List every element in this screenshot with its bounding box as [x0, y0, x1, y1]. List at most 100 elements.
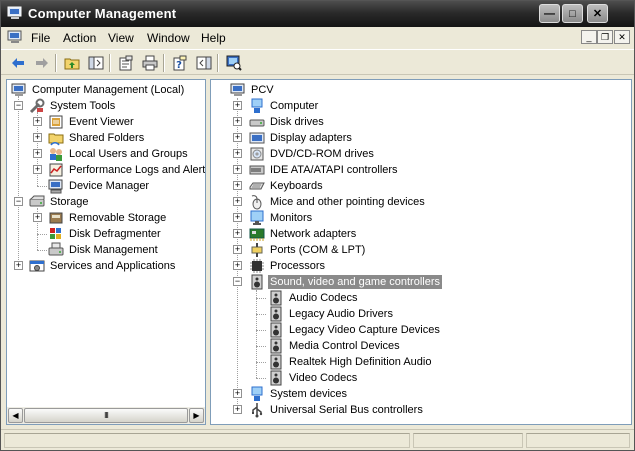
tree-item-disk-management[interactable]: Disk Management	[48, 242, 160, 258]
scan-hardware-icon	[226, 55, 242, 71]
toolbar-separator	[163, 54, 165, 72]
scroll-left-button[interactable]: ◀	[8, 408, 23, 423]
tree-item-performance-logs[interactable]: Performance Logs and Alerts	[48, 162, 205, 178]
console-tree-pane[interactable]: Computer Management (Local) − System Too…	[6, 79, 206, 425]
tree-item-media-control-devices[interactable]: Media Control Devices	[268, 338, 402, 354]
tree-connector	[256, 346, 266, 347]
up-one-level-button[interactable]	[63, 54, 81, 72]
expand-toggle[interactable]: +	[233, 405, 242, 414]
show-hide-console-tree-button[interactable]	[87, 54, 105, 72]
tree-item-label: Removable Storage	[69, 212, 167, 224]
tree-item-storage[interactable]: Storage	[29, 194, 91, 210]
tree-item-label: Shared Folders	[69, 132, 145, 144]
tree-item-processors[interactable]: Processors	[249, 258, 327, 274]
print-icon	[142, 55, 158, 71]
scan-hardware-changes-button[interactable]	[225, 54, 243, 72]
show-hide-action-pane-button[interactable]	[195, 54, 213, 72]
tree-item-mice-and-other-pointing-devices[interactable]: Mice and other pointing devices	[249, 194, 427, 210]
tree-item-legacy-audio-drivers[interactable]: Legacy Audio Drivers	[268, 306, 395, 322]
expand-toggle[interactable]: +	[33, 117, 42, 126]
tree-item-label: Storage	[50, 196, 89, 208]
menu-file[interactable]: File	[31, 31, 50, 45]
expand-toggle[interactable]: +	[33, 133, 42, 142]
expand-toggle[interactable]: +	[233, 197, 242, 206]
scroll-left-icon: ◀	[12, 411, 19, 420]
mdi-system-menu-icon[interactable]	[7, 30, 23, 44]
expand-toggle[interactable]: +	[233, 245, 242, 254]
menu-view[interactable]: View	[108, 31, 134, 45]
expand-toggle[interactable]: +	[233, 101, 242, 110]
expand-toggle[interactable]: +	[33, 213, 42, 222]
speaker-icon	[251, 274, 263, 290]
tree-item-ports-com-lpt[interactable]: Ports (COM & LPT)	[249, 242, 367, 258]
scroll-right-button[interactable]: ▶	[189, 408, 204, 423]
mdi-restore-button[interactable]: ❐	[597, 30, 613, 44]
expand-toggle[interactable]: +	[233, 181, 242, 190]
toolbar-separator	[217, 54, 219, 72]
tree-item-legacy-video-capture-devices[interactable]: Legacy Video Capture Devices	[268, 322, 442, 338]
tree-item-network-adapters[interactable]: Network adapters	[249, 226, 358, 242]
expand-toggle[interactable]: +	[233, 389, 242, 398]
forward-arrow-icon	[36, 58, 48, 68]
tree-item-disk-drives[interactable]: Disk drives	[249, 114, 326, 130]
mdi-minimize-button[interactable]: _	[581, 30, 597, 44]
expand-toggle[interactable]: +	[233, 133, 242, 142]
expand-toggle[interactable]: +	[33, 149, 42, 158]
tree-item-removable-storage[interactable]: Removable Storage	[48, 210, 168, 226]
tree-item-device-manager[interactable]: Device Manager	[48, 178, 151, 194]
scrollbar-thumb[interactable]: III	[24, 408, 188, 423]
tree-item-disk-defragmenter[interactable]: Disk Defragmenter	[48, 226, 163, 242]
menu-help[interactable]: Help	[201, 31, 226, 45]
expand-toggle[interactable]: +	[233, 261, 242, 270]
tree-item-ide-ata-atapi-controllers[interactable]: IDE ATA/ATAPI controllers	[249, 162, 400, 178]
expand-toggle[interactable]: +	[233, 149, 242, 158]
tree-item-services-applications[interactable]: Services and Applications	[29, 258, 177, 274]
back-button[interactable]	[9, 54, 27, 72]
close-button[interactable]: ✕	[587, 4, 608, 23]
speaker-icon	[270, 322, 282, 338]
expand-toggle[interactable]: +	[33, 165, 42, 174]
collapse-toggle[interactable]: −	[14, 101, 23, 110]
tree-item-dvd-cd-rom-drives[interactable]: DVD/CD-ROM drives	[249, 146, 376, 162]
tree-item-pcv[interactable]: PCV	[230, 82, 276, 98]
menu-window[interactable]: Window	[147, 31, 190, 45]
tree-item-video-codecs[interactable]: Video Codecs	[268, 370, 359, 386]
menu-action[interactable]: Action	[63, 31, 96, 45]
expand-toggle[interactable]: +	[233, 165, 242, 174]
horizontal-scrollbar[interactable]: ◀ III ▶	[7, 407, 205, 424]
tree-item-computer[interactable]: Computer	[249, 98, 320, 114]
tree-item-universal-serial-bus-controllers[interactable]: Universal Serial Bus controllers	[249, 402, 425, 418]
minimize-button[interactable]: —	[539, 4, 560, 23]
print-button[interactable]	[141, 54, 159, 72]
tree-item-shared-folders[interactable]: Shared Folders	[48, 130, 146, 146]
expand-toggle[interactable]: +	[233, 213, 242, 222]
expand-toggle[interactable]: +	[233, 117, 242, 126]
toolbar-separator	[55, 54, 57, 72]
speaker-icon	[270, 306, 282, 322]
tree-item-sound-video-and-game-controllers[interactable]: Sound, video and game controllers	[249, 274, 442, 290]
tree-item-realtek-high-definition-audio[interactable]: Realtek High Definition Audio	[268, 354, 433, 370]
expand-toggle[interactable]: +	[233, 229, 242, 238]
tree-item-display-adapters[interactable]: Display adapters	[249, 130, 354, 146]
device-tree-pane[interactable]: PCV + Computer + Disk drives + Display adapte…	[210, 79, 632, 425]
tree-item-system-tools[interactable]: System Tools	[29, 98, 117, 114]
mdi-close-button[interactable]: ✕	[614, 30, 630, 44]
tree-item-monitors[interactable]: Monitors	[249, 210, 314, 226]
help-button[interactable]: ?	[171, 54, 189, 72]
title-bar[interactable]: Computer Management — □ ✕	[1, 1, 634, 27]
collapse-toggle[interactable]: −	[14, 197, 23, 206]
tree-connector	[18, 96, 19, 266]
tree-item-system-devices[interactable]: System devices	[249, 386, 349, 402]
tree-item-local-users-groups[interactable]: Local Users and Groups	[48, 146, 190, 162]
tree-connector	[256, 298, 266, 299]
tree-item-event-viewer[interactable]: Event Viewer	[48, 114, 136, 130]
tree-item-keyboards[interactable]: Keyboards	[249, 178, 325, 194]
tree-item-computer-management[interactable]: Computer Management (Local)	[11, 82, 186, 98]
tree-item-audio-codecs[interactable]: Audio Codecs	[268, 290, 360, 306]
maximize-button[interactable]: □	[562, 4, 583, 23]
collapse-toggle[interactable]: −	[233, 277, 242, 286]
properties-button[interactable]	[117, 54, 135, 72]
expand-toggle[interactable]: +	[14, 261, 23, 270]
disk-management-icon	[48, 242, 64, 256]
forward-button[interactable]	[33, 54, 51, 72]
